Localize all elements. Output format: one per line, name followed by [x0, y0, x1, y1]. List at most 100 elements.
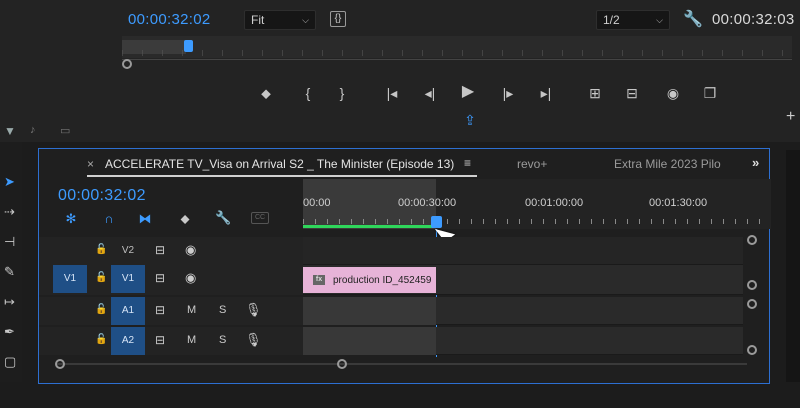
tab-revo[interactable]: revo+ — [517, 157, 547, 171]
ruler-label: 00:00:30:00 — [398, 197, 457, 209]
audio-region — [303, 297, 436, 325]
pen-tool-icon[interactable]: ✒ — [4, 324, 15, 340]
monitor-time-ruler[interactable] — [122, 36, 792, 58]
close-tab-icon[interactable]: × — [87, 157, 94, 171]
tab-extra-mile[interactable]: Extra Mile 2023 Pilo — [614, 157, 721, 171]
monitor-scrollbar-track — [122, 59, 792, 60]
audio-region — [303, 327, 436, 355]
filter-icon[interactable]: ▼ — [4, 124, 16, 138]
lock-icon[interactable]: 🔓 — [95, 304, 107, 315]
rectangle-tool-icon[interactable]: ▢ — [4, 354, 16, 370]
monitor-ruler-ticks — [122, 50, 792, 56]
sequence-timecode[interactable]: 00:00:32:02 — [58, 187, 146, 205]
monitor-playhead[interactable] — [184, 40, 193, 52]
ruler-label: 00:00 — [303, 197, 331, 209]
go-to-out-icon[interactable]: ▸| — [536, 83, 556, 103]
timeline-panel: × ACCELERATE TV_Visa on Arrival S2 _ The… — [38, 148, 771, 384]
track-label-a2[interactable]: A2 — [111, 327, 145, 355]
mark-out-icon[interactable]: } — [332, 83, 352, 103]
linked-selection-icon[interactable]: ⧓ — [137, 211, 153, 227]
bin-icon[interactable]: ▭ — [60, 124, 70, 137]
vertical-zoom-handle[interactable] — [747, 345, 757, 355]
track-v2[interactable] — [303, 237, 743, 265]
timeline-ruler[interactable]: 00:00 00:00:30:00 00:01:00:00 00:01:30:0… — [303, 179, 771, 229]
panel-menu-icon[interactable]: ≡ — [464, 156, 471, 170]
solo-button[interactable]: S — [219, 304, 226, 316]
ripple-edit-tool-icon[interactable]: ⊣ — [4, 234, 15, 250]
track-select-tool-icon[interactable]: ⇢ — [4, 204, 15, 220]
mute-button[interactable]: M — [187, 304, 196, 316]
work-area-bar[interactable] — [303, 225, 436, 228]
track-a1[interactable] — [303, 297, 743, 325]
track-header-a1: 🔓 A1 ⊟ M S 🎙 — [39, 297, 303, 325]
add-marker-icon[interactable]: ⬥ — [256, 83, 276, 103]
track-header-a2: 🔓 A2 ⊟ M S 🎙 — [39, 327, 303, 355]
export-clip-icon[interactable]: ⇪ — [460, 110, 480, 130]
add-marker-icon[interactable]: ⬥ — [177, 211, 193, 227]
add-button-icon[interactable]: + — [786, 108, 795, 126]
scroll-zoom-left-handle[interactable] — [55, 359, 65, 369]
more-tabs-chevron-icon[interactable]: » — [752, 155, 759, 170]
eye-icon[interactable]: ◉ — [185, 270, 196, 286]
track-a2[interactable] — [303, 327, 743, 355]
eye-icon[interactable]: ◉ — [185, 242, 196, 258]
audio-icon[interactable]: ♪ — [30, 124, 36, 136]
tools-panel: ➤ ⇢ ⊣ ✎ ↦ ✒ ▢ — [0, 142, 22, 382]
fit-select-value: Fit — [251, 13, 265, 27]
settings-bracket-icon[interactable]: {} — [330, 11, 346, 27]
microphone-icon[interactable]: 🎙 — [245, 332, 262, 348]
lock-icon[interactable]: 🔓 — [95, 244, 107, 255]
video-clip[interactable]: fx production ID_452459 — [303, 267, 436, 293]
go-to-in-icon[interactable]: |◂ — [382, 83, 402, 103]
mute-button[interactable]: M — [187, 334, 196, 346]
ruler-ticks — [303, 219, 771, 224]
mark-in-icon[interactable]: { — [298, 83, 318, 103]
chevron-down-icon: ⌵ — [656, 14, 663, 25]
captions-icon[interactable]: CC — [251, 212, 269, 224]
step-forward-icon[interactable]: |▸ — [498, 83, 518, 103]
active-tab-underline — [87, 175, 477, 177]
sync-lock-icon[interactable]: ⊟ — [155, 333, 165, 347]
lift-icon[interactable]: ⊞ — [585, 83, 605, 103]
source-patch-v1[interactable]: V1 — [53, 265, 87, 293]
razor-tool-icon[interactable]: ✎ — [4, 264, 15, 280]
sync-lock-icon[interactable]: ⊟ — [155, 243, 165, 257]
track-label-a1[interactable]: A1 — [111, 297, 145, 325]
resolution-select[interactable]: 1/2 ⌵ — [596, 10, 670, 30]
clip-name: production ID_452459 — [333, 274, 432, 286]
compare-view-icon[interactable]: ❐ — [700, 83, 720, 103]
program-timecode[interactable]: 00:00:32:02 — [128, 11, 211, 28]
track-header-v2: 🔓 V2 ⊟ ◉ — [39, 237, 303, 265]
sync-lock-icon[interactable]: ⊟ — [155, 271, 165, 285]
track-label-v1[interactable]: V1 — [111, 265, 145, 293]
monitor-zoom-handle[interactable] — [122, 59, 132, 69]
scroll-zoom-right-handle[interactable] — [337, 359, 347, 369]
solo-button[interactable]: S — [219, 334, 226, 346]
track-v1[interactable]: fx production ID_452459 — [303, 265, 743, 295]
lock-icon[interactable]: 🔓 — [95, 272, 107, 283]
ruler-label: 00:01:30:00 — [649, 197, 708, 209]
resolution-select-value: 1/2 — [603, 13, 620, 27]
track-label-v2[interactable]: V2 — [111, 237, 145, 265]
slip-tool-icon[interactable]: ↦ — [4, 294, 15, 310]
step-back-icon[interactable]: ◂| — [420, 83, 440, 103]
vertical-zoom-handle[interactable] — [747, 280, 757, 290]
tab-accelerate[interactable]: ACCELERATE TV_Visa on Arrival S2 _ The M… — [105, 157, 454, 171]
extract-icon[interactable]: ⊟ — [622, 83, 642, 103]
ruler-label: 00:01:00:00 — [525, 197, 584, 209]
play-icon[interactable]: ▶ — [458, 82, 478, 102]
horizontal-scrollbar-track — [57, 363, 747, 365]
wrench-icon[interactable]: 🔧 — [683, 9, 703, 29]
vertical-zoom-handle[interactable] — [747, 235, 757, 245]
snap-magnet-icon[interactable]: ∩ — [101, 211, 117, 226]
nest-toggle-icon[interactable]: ✻ — [63, 211, 79, 227]
microphone-icon[interactable]: 🎙 — [245, 302, 262, 318]
vertical-zoom-handle[interactable] — [747, 299, 757, 309]
timeline-settings-wrench-icon[interactable]: 🔧 — [215, 210, 231, 226]
selection-tool-icon[interactable]: ➤ — [4, 174, 15, 190]
fit-select[interactable]: Fit ⌵ — [244, 10, 316, 30]
sync-lock-icon[interactable]: ⊟ — [155, 303, 165, 317]
export-frame-camera-icon[interactable]: ◉ — [663, 83, 683, 103]
fx-badge: fx — [313, 275, 325, 285]
lock-icon[interactable]: 🔓 — [95, 334, 107, 345]
